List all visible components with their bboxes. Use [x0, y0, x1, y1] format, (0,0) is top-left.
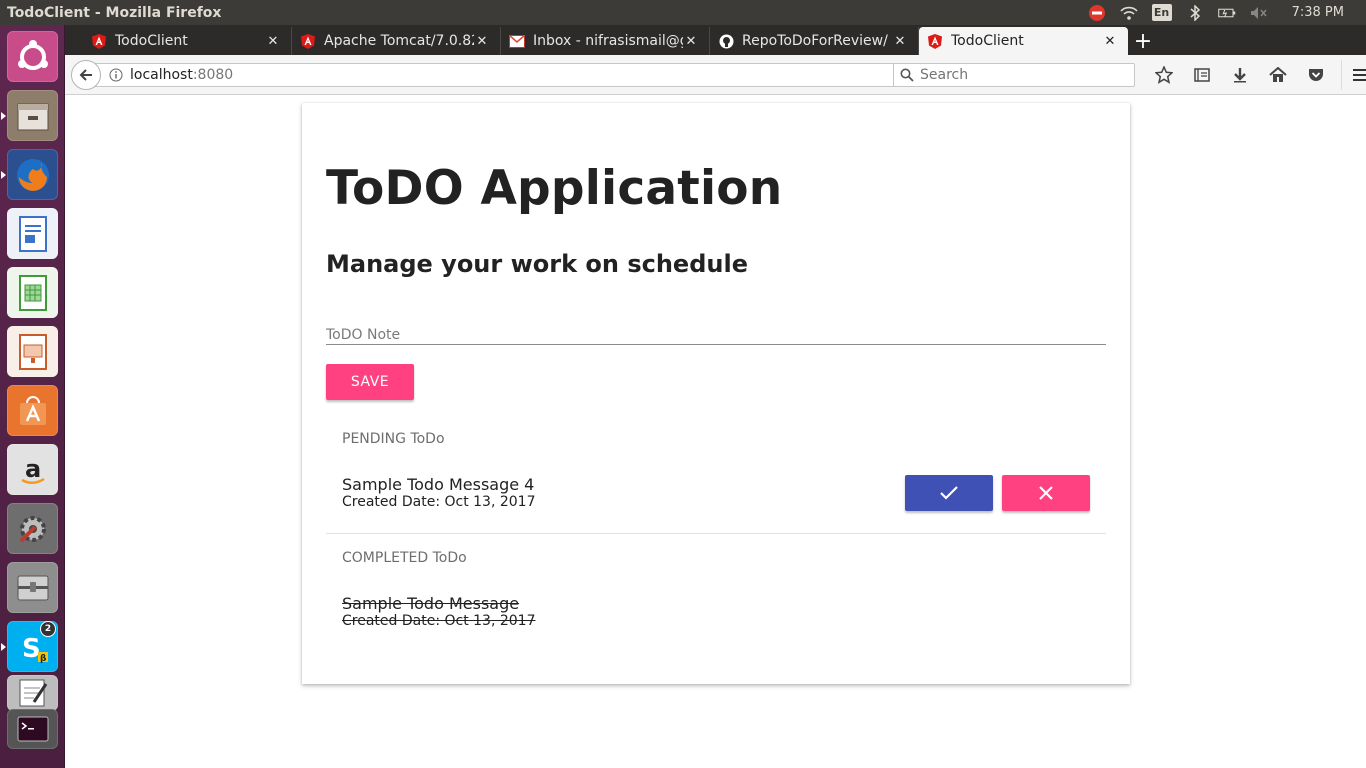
close-icon[interactable]: ✕ [683, 34, 699, 49]
svg-text:a: a [25, 455, 41, 483]
todo-message: Sample Todo Message [342, 593, 520, 613]
svg-text:S: S [22, 634, 41, 664]
check-icon [940, 486, 958, 500]
bluetooth-icon[interactable] [1186, 4, 1204, 22]
reading-list-icon[interactable] [1183, 60, 1221, 90]
launcher: a Sβ 2 [0, 25, 65, 768]
wifi-icon[interactable] [1120, 4, 1138, 22]
tab-label: TodoClient [115, 33, 188, 49]
close-icon [1039, 486, 1053, 500]
todo-card: ToDO Application Manage your work on sch… [302, 103, 1130, 684]
skype-running-indicator [1, 643, 6, 651]
pending-list-item: Sample Todo Message 4 Created Date: Oct … [326, 463, 1106, 521]
tab-todoclient-1[interactable]: TodoClient ✕ [83, 27, 292, 55]
tab-label: RepoToDoForReview/ [742, 33, 888, 49]
impress-icon[interactable] [7, 326, 58, 377]
pocket-icon[interactable] [1297, 60, 1335, 90]
firefox-icon[interactable] [7, 149, 58, 200]
keyboard-layout-indicator[interactable]: En [1151, 4, 1172, 21]
tab-todoclient-active[interactable]: TodoClient ✕ [919, 27, 1128, 55]
terminal-icon[interactable] [7, 709, 58, 749]
archive-icon[interactable] [7, 562, 58, 613]
system-tray: En 7:38 PM [1088, 4, 1366, 22]
tab-label: TodoClient [951, 33, 1024, 49]
back-button[interactable] [71, 60, 101, 90]
search-input[interactable] [920, 67, 1120, 83]
calc-icon[interactable] [7, 267, 58, 318]
page-title: ToDO Application [326, 161, 783, 216]
skype-icon[interactable]: Sβ 2 [7, 621, 58, 672]
angular-icon [927, 33, 943, 49]
battery-icon[interactable] [1217, 4, 1236, 22]
url-bar[interactable]: localhost:8080 [87, 63, 951, 87]
page-content: ToDO Application Manage your work on sch… [65, 96, 1366, 768]
close-icon[interactable]: ✕ [892, 34, 908, 49]
volume-muted-icon[interactable] [1250, 4, 1268, 22]
files-icon[interactable] [7, 90, 58, 141]
home-icon[interactable] [1259, 60, 1297, 90]
tab-apache-tomcat[interactable]: Apache Tomcat/7.0.82 ✕ [292, 27, 501, 55]
completed-header: COMPLETED ToDo [342, 550, 467, 566]
url-port: :8080 [192, 67, 234, 83]
tab-gmail-inbox[interactable]: Inbox - nifrasismail@g ✕ [501, 27, 710, 55]
tab-label: Inbox - nifrasismail@g [533, 33, 683, 49]
top-panel: TodoClient - Mozilla Firefox En 7:38 PM [0, 0, 1366, 25]
complete-button[interactable] [905, 475, 993, 511]
bookmark-star-icon[interactable] [1145, 60, 1183, 90]
gmail-icon [509, 33, 525, 49]
search-bar[interactable] [893, 63, 1135, 87]
close-icon[interactable]: ✕ [265, 34, 281, 49]
todo-note-field [326, 324, 1106, 345]
delete-button[interactable] [1002, 475, 1090, 511]
todo-created-date: Created Date: Oct 13, 2017 [342, 612, 536, 629]
angular-icon [300, 33, 316, 49]
github-icon [718, 33, 734, 49]
hamburger-menu-icon[interactable] [1341, 60, 1366, 90]
amazon-icon[interactable]: a [7, 444, 58, 495]
todo-note-input[interactable] [326, 327, 1106, 343]
files-running-indicator [1, 112, 6, 120]
url-host: localhost [130, 67, 193, 83]
skype-notification-badge: 2 [40, 621, 56, 637]
todo-actions [905, 475, 1090, 511]
new-tab-button[interactable]: + [1128, 27, 1158, 55]
writer-icon[interactable] [7, 208, 58, 259]
window-title: TodoClient - Mozilla Firefox [7, 4, 222, 21]
angular-icon [91, 33, 107, 49]
info-icon[interactable] [108, 67, 124, 83]
tab-strip: TodoClient ✕ Apache Tomcat/7.0.82 ✕ Inbo… [65, 25, 1366, 55]
close-icon[interactable]: ✕ [1102, 34, 1118, 49]
download-icon[interactable] [1221, 60, 1259, 90]
firefox-running-indicator [1, 171, 6, 179]
search-icon [900, 68, 914, 82]
page-subtitle: Manage your work on schedule [326, 250, 748, 278]
toolbar-icons [1145, 55, 1366, 95]
tab-label: Apache Tomcat/7.0.82 [324, 33, 474, 49]
clock[interactable]: 7:38 PM [1292, 5, 1344, 20]
text-editor-icon[interactable] [7, 675, 58, 711]
tab-github-repo[interactable]: RepoToDoForReview/ ✕ [710, 27, 919, 55]
system-settings-icon[interactable] [7, 503, 58, 554]
back-arrow-icon [79, 69, 92, 81]
pending-header: PENDING ToDo [342, 431, 445, 447]
software-center-icon[interactable] [7, 385, 58, 436]
completed-list-item: Sample Todo Message Created Date: Oct 13… [326, 582, 1106, 640]
no-entry-icon[interactable] [1088, 4, 1106, 22]
ubuntu-dash-icon[interactable] [7, 31, 58, 82]
close-icon[interactable]: ✕ [474, 34, 490, 49]
navigation-toolbar: localhost:8080 [65, 55, 1366, 95]
save-button[interactable]: SAVE [326, 364, 414, 400]
svg-text:β: β [40, 654, 47, 664]
